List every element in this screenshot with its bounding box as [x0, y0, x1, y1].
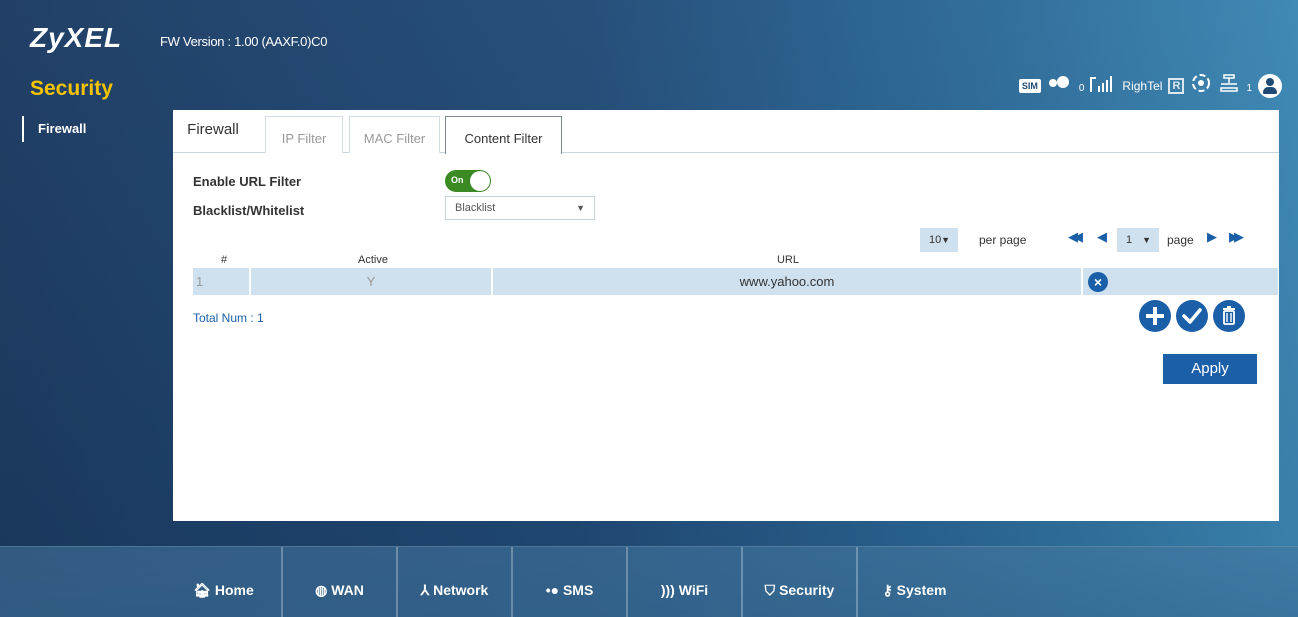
prev-page-icon[interactable]: ◀ — [1097, 229, 1107, 245]
tab-bar: Firewall IP Filter MAC Filter Content Fi… — [173, 110, 1279, 154]
tab-group-label: Firewall — [173, 110, 253, 147]
total-count: Total Num : 1 — [193, 311, 264, 325]
app-screen: ZyXEL FW Version : 1.00 (AAXF.0)C0 Secur… — [0, 0, 1298, 617]
connected-clients-icon — [1218, 72, 1240, 99]
bottom-nav: 🏠︎ Home ◍ WAN ⅄ Network •● SMS ))) WiFi … — [0, 546, 1298, 617]
row-url: www.yahoo.com — [493, 268, 1083, 295]
roaming-icon: R — [1168, 77, 1185, 94]
nav-wan-label: WAN — [331, 582, 364, 598]
nav-system-label: System — [896, 582, 947, 598]
nav-home-label: Home — [214, 582, 254, 598]
firmware-version: FW Version : 1.00 (AAXF.0)C0 — [160, 34, 328, 49]
nav-home[interactable]: 🏠︎ Home — [166, 547, 281, 617]
network-icon: ⅄ — [420, 582, 430, 598]
sms-icon: •● — [545, 582, 560, 598]
nav-wifi-label: WiFi — [678, 582, 709, 598]
content-panel: Firewall IP Filter MAC Filter Content Fi… — [173, 110, 1279, 521]
page-value: 1 — [1126, 234, 1133, 246]
url-filter-label: Enable URL Filter — [193, 174, 302, 189]
page-title: Security — [30, 77, 113, 100]
nav-security[interactable]: ⛉ Security — [743, 547, 856, 617]
last-page-icon[interactable]: ▶▶ — [1229, 229, 1244, 245]
list-type-select[interactable]: Blacklist ▼ — [445, 196, 595, 220]
confirm-button[interactable] — [1176, 300, 1208, 332]
wifi-icon: ))) — [660, 582, 675, 598]
chevron-down-icon: ▼ — [576, 203, 585, 213]
nav-network[interactable]: ⅄ Network — [398, 547, 511, 617]
per-page-label: per page — [979, 233, 1027, 247]
list-type-label: Blacklist/Whitelist — [193, 203, 305, 218]
delete-all-button[interactable] — [1213, 300, 1245, 332]
nav-system[interactable]: ⚷ System — [858, 547, 971, 617]
clients-count: 1 — [1246, 83, 1252, 94]
sms-icon — [1047, 75, 1073, 96]
check-icon — [1182, 308, 1202, 324]
column-header-number: # — [220, 254, 228, 266]
toggle-knob — [470, 171, 490, 191]
page-label: page — [1167, 233, 1194, 247]
row-number: 1 — [193, 268, 251, 295]
toggle-state-text: On — [451, 175, 464, 185]
zyxel-logo: ZyXEL — [30, 22, 123, 53]
nav-security-label: Security — [779, 582, 835, 598]
signal-icon — [1090, 74, 1116, 97]
per-page-select[interactable]: 10 ▼ — [920, 228, 958, 252]
chevron-down-icon: ▼ — [941, 235, 950, 245]
shield-icon: ⛉ — [764, 582, 776, 598]
tab-ip-filter[interactable]: IP Filter — [265, 116, 343, 153]
first-page-icon[interactable]: ◀◀ — [1068, 229, 1083, 245]
column-header-active: Active — [358, 254, 388, 266]
trash-icon — [1223, 306, 1235, 325]
globe-icon: ◍ — [315, 582, 328, 598]
column-header-url: URL — [776, 254, 799, 266]
next-page-icon[interactable]: ▶ — [1207, 229, 1217, 245]
apply-button[interactable]: Apply — [1163, 354, 1257, 384]
sidebar-item-firewall[interactable]: Firewall — [22, 116, 162, 142]
list-type-value: Blacklist — [455, 202, 496, 214]
nav-sms[interactable]: •● SMS — [513, 547, 626, 617]
key-icon: ⚷ — [882, 582, 893, 598]
nav-network-label: Network — [433, 582, 489, 598]
table-row[interactable]: 1 Y www.yahoo.com × — [193, 268, 1278, 295]
nav-wan[interactable]: ◍ WAN — [283, 547, 396, 617]
sim-icon: SIM — [1018, 78, 1041, 93]
tab-content-filter[interactable]: Content Filter — [445, 116, 562, 154]
page-select[interactable]: 1 ▼ — [1117, 228, 1159, 252]
plus-icon — [1146, 307, 1164, 325]
add-button[interactable] — [1139, 300, 1171, 332]
per-page-value: 10 — [929, 234, 942, 246]
nav-wifi[interactable]: ))) WiFi — [628, 547, 741, 617]
chevron-down-icon: ▼ — [1142, 235, 1151, 245]
connection-icon — [1190, 72, 1212, 99]
sms-count: 0 — [1078, 83, 1085, 94]
url-filter-toggle[interactable]: On — [445, 170, 491, 192]
status-bar: SIM 0 RighTel R 1 — [1018, 72, 1282, 99]
nav-sms-label: SMS — [562, 582, 594, 598]
user-avatar-icon[interactable] — [1258, 73, 1282, 98]
row-active: Y — [251, 268, 493, 295]
home-icon: 🏠︎ — [193, 582, 211, 598]
operator-name: RighTel — [1122, 78, 1163, 93]
tab-mac-filter[interactable]: MAC Filter — [349, 116, 440, 153]
delete-row-icon[interactable]: × — [1088, 272, 1108, 292]
